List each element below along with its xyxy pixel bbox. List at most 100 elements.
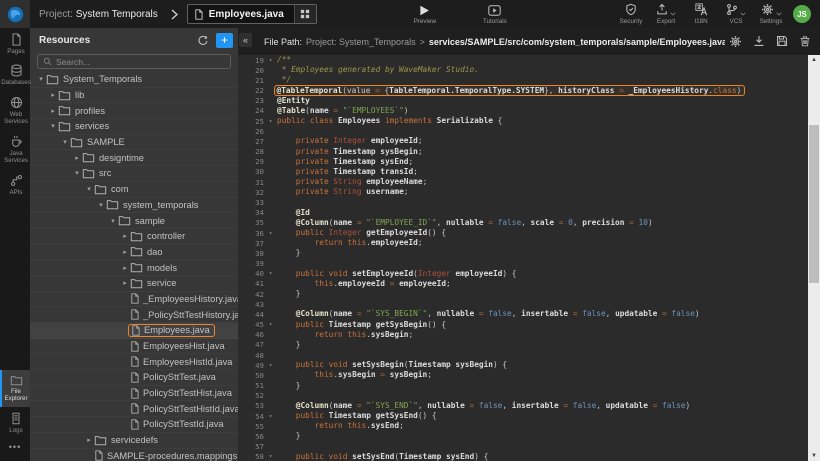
i18n-button[interactable]: I18N	[689, 4, 713, 25]
tree-item-designtime[interactable]: ▸designtime	[30, 150, 238, 166]
tree-item-dao[interactable]: ▸dao	[30, 245, 238, 261]
tree-toggle-icon[interactable]: ▾	[84, 185, 94, 193]
export-button[interactable]: Export	[654, 4, 678, 25]
tree-toggle-icon[interactable]: ▾	[48, 122, 58, 130]
fold-toggle-icon[interactable]: ▾	[264, 362, 277, 369]
tree-item-policystttestid-java[interactable]: PolicySttTestId.java	[30, 417, 238, 433]
code-line[interactable]: 52	[238, 391, 808, 401]
tree-item-services[interactable]: ▾services	[30, 119, 238, 135]
tree-item--policystttesthistory-java[interactable]: _PolicySttTestHistory.java	[30, 307, 238, 323]
scrollbar-thumb[interactable]	[809, 125, 819, 283]
tree-toggle-icon[interactable]: ▸	[120, 232, 130, 240]
tree-item--employeeshistory-java[interactable]: _EmployeesHistory.java	[30, 292, 238, 308]
code-line[interactable]: 33	[238, 197, 808, 207]
tree-toggle-icon[interactable]: ▸	[48, 91, 58, 99]
tree-item-system-temporals[interactable]: ▾system_temporals	[30, 198, 238, 214]
tree-toggle-icon[interactable]: ▾	[96, 201, 106, 209]
tree-item-employeeshist-java[interactable]: EmployeesHist.java	[30, 339, 238, 355]
code-area[interactable]: 19▾/**20 * Employees generated by WaveMa…	[238, 55, 808, 461]
code-line[interactable]: 45▾ public Timestamp getSysBegin() {	[238, 319, 808, 329]
code-line[interactable]: 38 }	[238, 248, 808, 258]
tree-toggle-icon[interactable]: ▸	[48, 107, 58, 115]
sidebar-item-pages[interactable]: Pages	[0, 28, 30, 59]
collapse-panel-button[interactable]: «	[239, 33, 252, 47]
code-line[interactable]: 57	[238, 442, 808, 452]
code-line[interactable]: 46 return this.sysBegin;	[238, 330, 808, 340]
tab-employees-java[interactable]: Employees.java	[187, 4, 317, 24]
tree-item-policystttest-java[interactable]: PolicySttTest.java	[30, 370, 238, 386]
tree-item-com[interactable]: ▾com	[30, 182, 238, 198]
code-line[interactable]: 36▾ public Integer getEmployeeId() {	[238, 228, 808, 238]
tree-item-models[interactable]: ▸models	[30, 260, 238, 276]
fold-toggle-icon[interactable]: ▾	[264, 413, 277, 420]
wavemaker-logo-icon[interactable]	[0, 0, 30, 28]
tutorials-button[interactable]: Tutorials	[483, 4, 507, 25]
code-line[interactable]: 37 return this.employeeId;	[238, 238, 808, 248]
tree-item-sample[interactable]: ▾sample	[30, 213, 238, 229]
tree-item-controller[interactable]: ▸controller	[30, 229, 238, 245]
fold-toggle-icon[interactable]: ▾	[264, 230, 277, 237]
search-input[interactable]: Search...	[37, 54, 231, 69]
code-line[interactable]: 35 @Column(name = "`EMPLOYEE_ID`", nulla…	[238, 218, 808, 228]
file-settings-button[interactable]	[729, 35, 742, 48]
grid-icon[interactable]	[294, 5, 316, 23]
tree-toggle-icon[interactable]: ▾	[60, 138, 70, 146]
refresh-icon[interactable]	[197, 35, 208, 46]
code-line[interactable]: 53 @Column(name = "`SYS_END`", nullable …	[238, 401, 808, 411]
tree-item-servicedefs[interactable]: ▸servicedefs	[30, 433, 238, 449]
fold-toggle-icon[interactable]: ▾	[264, 118, 277, 125]
code-line[interactable]: 20 * Employees generated by WaveMaker St…	[238, 65, 808, 75]
tree-toggle-icon[interactable]: ▾	[72, 169, 82, 177]
code-line[interactable]: 30 private Timestamp transId;	[238, 167, 808, 177]
code-line[interactable]: 55 return this.sysEnd;	[238, 421, 808, 431]
code-line[interactable]: 28 private Timestamp sysBegin;	[238, 147, 808, 157]
sidebar-item-logs[interactable]: Logs	[0, 407, 30, 438]
code-line[interactable]: 48	[238, 350, 808, 360]
sidebar-item-apis[interactable]: APIs	[0, 169, 30, 200]
add-resource-button[interactable]: +	[216, 33, 233, 48]
scroll-up-icon[interactable]: ▲	[808, 55, 820, 65]
tree-toggle-icon[interactable]: ▸	[120, 279, 130, 287]
editor-scrollbar[interactable]: ▲ ▼	[808, 55, 820, 461]
tree-item-profiles[interactable]: ▸profiles	[30, 103, 238, 119]
tree-toggle-icon[interactable]: ▾	[108, 217, 118, 225]
scroll-down-icon[interactable]: ▼	[808, 451, 820, 461]
tree-toggle-icon[interactable]: ▸	[120, 264, 130, 272]
sidebar-item-file-explorer[interactable]: File Explorer	[0, 370, 30, 407]
code-line[interactable]: 54▾ public Timestamp getSysEnd() {	[238, 411, 808, 421]
tree-toggle-icon[interactable]: ▸	[84, 436, 94, 444]
code-line[interactable]: 42 }	[238, 289, 808, 299]
tree-item-employeeshistid-java[interactable]: EmployeesHistId.java	[30, 354, 238, 370]
save-file-button[interactable]	[776, 35, 788, 48]
code-line[interactable]: 25▾public class Employees implements Ser…	[238, 116, 808, 126]
tree-item-policystttesthist-java[interactable]: PolicySttTestHist.java	[30, 386, 238, 402]
tree-item-system-temporals[interactable]: ▾System_Temporals	[30, 72, 238, 88]
tree-item-lib[interactable]: ▸lib	[30, 88, 238, 104]
download-file-button[interactable]	[753, 35, 765, 48]
code-line[interactable]: 50 this.sysBegin = sysBegin;	[238, 370, 808, 380]
tree-item-src[interactable]: ▾src	[30, 166, 238, 182]
tree-item-service[interactable]: ▸service	[30, 276, 238, 292]
tree-item-employees-java[interactable]: Employees.java	[30, 323, 238, 339]
settings-button[interactable]: Settings	[759, 4, 783, 25]
fold-toggle-icon[interactable]: ▾	[264, 321, 277, 328]
code-line[interactable]: 47 }	[238, 340, 808, 350]
code-line[interactable]: 19▾/**	[238, 55, 808, 65]
code-line[interactable]: 27 private Integer employeeId;	[238, 136, 808, 146]
code-line[interactable]: 29 private Timestamp sysEnd;	[238, 157, 808, 167]
code-line[interactable]: 56 }	[238, 431, 808, 441]
vcs-button[interactable]: VCS	[724, 4, 748, 25]
code-line[interactable]: 49▾ public void setSysBegin(Timestamp sy…	[238, 360, 808, 370]
sidebar-item-web-services[interactable]: Web Services	[0, 91, 30, 130]
user-avatar[interactable]: JS	[793, 5, 811, 23]
tree-toggle-icon[interactable]: ▾	[36, 75, 46, 83]
code-line[interactable]: 23@Entity	[238, 96, 808, 106]
preview-button[interactable]: Preview	[413, 4, 437, 25]
code-line[interactable]: 51 }	[238, 381, 808, 391]
code-line[interactable]: 40▾ public void setEmployeeId(Integer em…	[238, 269, 808, 279]
sidebar-item-java-services[interactable]: Java Services	[0, 130, 30, 169]
code-line[interactable]: 26	[238, 126, 808, 136]
code-line[interactable]: 21 */	[238, 75, 808, 85]
tree-toggle-icon[interactable]: ▸	[120, 248, 130, 256]
tree-toggle-icon[interactable]: ▸	[72, 154, 82, 162]
